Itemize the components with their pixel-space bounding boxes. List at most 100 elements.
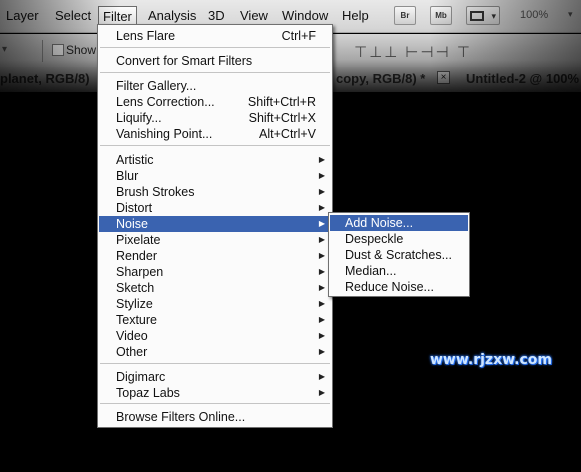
menu-item-label: Vanishing Point... bbox=[116, 127, 213, 141]
noise-submenu: Add Noise... Despeckle Dust & Scratches.… bbox=[328, 212, 470, 297]
tab-document-1[interactable]: planet, RGB/8) bbox=[0, 71, 90, 86]
menu-item-shortcut: Shift+Ctrl+X bbox=[248, 111, 316, 125]
watermark: www.rjzxw.com bbox=[430, 352, 552, 368]
show-transform-checkbox[interactable] bbox=[52, 44, 64, 56]
menu-item-label: Digimarc bbox=[116, 370, 166, 384]
menu-item-video[interactable]: Video ▶ bbox=[99, 328, 331, 344]
menu-item-filter-gallery[interactable]: Filter Gallery... bbox=[99, 78, 331, 94]
menu-separator bbox=[100, 72, 330, 73]
align-distribute-icons[interactable]: ⊤⊥⊥ ⊢⊣⊣ ⊤ bbox=[354, 43, 472, 61]
menu-item-label: Brush Strokes bbox=[116, 185, 195, 199]
menu-item-label: Sharpen bbox=[116, 265, 164, 279]
menu-item-label: Stylize bbox=[116, 297, 153, 311]
menu-item-blur[interactable]: Blur ▶ bbox=[99, 168, 331, 184]
submenu-arrow-icon: ▶ bbox=[318, 219, 325, 228]
submenu-arrow-icon: ▶ bbox=[318, 251, 325, 260]
menu-item-digimarc[interactable]: Digimarc ▶ bbox=[99, 369, 331, 385]
submenu-arrow-icon: ▶ bbox=[318, 203, 325, 212]
tab-document-3[interactable]: Untitled-2 @ 100% bbox=[466, 71, 579, 86]
menu-item-label: Distort bbox=[116, 201, 153, 215]
screen-mode-button[interactable] bbox=[466, 6, 500, 25]
menu-analysis[interactable]: Analysis bbox=[148, 8, 196, 23]
submenu-item-despeckle[interactable]: Despeckle bbox=[330, 231, 468, 247]
menu-separator bbox=[100, 47, 330, 48]
submenu-arrow-icon: ▶ bbox=[318, 155, 325, 164]
menu-item-label: Artistic bbox=[116, 153, 154, 167]
bridge-button[interactable]: Br bbox=[394, 6, 416, 25]
menu-item-label: Lens Flare bbox=[116, 29, 176, 43]
submenu-arrow-icon: ▶ bbox=[318, 388, 325, 397]
menu-item-noise[interactable]: Noise ▶ bbox=[99, 216, 331, 232]
tool-preset-arrow-icon[interactable]: ▾ bbox=[2, 44, 7, 55]
menu-item-sharpen[interactable]: Sharpen ▶ bbox=[99, 264, 331, 280]
menu-item-lens-correction[interactable]: Lens Correction... Shift+Ctrl+R bbox=[99, 94, 331, 110]
menu-item-texture[interactable]: Texture ▶ bbox=[99, 312, 331, 328]
submenu-item-label: Median... bbox=[345, 264, 397, 278]
menu-item-browse-filters-online[interactable]: Browse Filters Online... bbox=[99, 409, 331, 425]
submenu-arrow-icon: ▶ bbox=[318, 235, 325, 244]
submenu-arrow-icon: ▶ bbox=[318, 347, 325, 356]
submenu-arrow-icon: ▶ bbox=[318, 187, 325, 196]
submenu-item-median[interactable]: Median... bbox=[330, 263, 468, 279]
menu-item-artistic[interactable]: Artistic ▶ bbox=[99, 152, 331, 168]
submenu-arrow-icon: ▶ bbox=[318, 372, 325, 381]
options-divider bbox=[42, 40, 43, 62]
submenu-item-dust-scratches[interactable]: Dust & Scratches... bbox=[330, 247, 468, 263]
menu-item-shortcut: Shift+Ctrl+R bbox=[247, 95, 316, 109]
submenu-arrow-icon: ▶ bbox=[318, 299, 325, 308]
submenu-arrow-icon: ▶ bbox=[318, 283, 325, 292]
film-icon bbox=[470, 10, 484, 21]
menu-separator bbox=[100, 363, 330, 364]
menu-item-distort[interactable]: Distort ▶ bbox=[99, 200, 331, 216]
submenu-arrow-icon: ▶ bbox=[318, 171, 325, 180]
menu-item-label: Noise bbox=[116, 217, 148, 231]
menu-select[interactable]: Select bbox=[55, 8, 91, 23]
menu-help[interactable]: Help bbox=[342, 8, 369, 23]
submenu-item-label: Dust & Scratches... bbox=[345, 248, 452, 262]
menu-separator bbox=[100, 145, 330, 146]
submenu-arrow-icon: ▶ bbox=[318, 331, 325, 340]
menu-item-label: Pixelate bbox=[116, 233, 161, 247]
submenu-item-reduce-noise[interactable]: Reduce Noise... bbox=[330, 279, 468, 295]
close-icon[interactable]: × bbox=[437, 71, 450, 84]
submenu-arrow-icon: ▶ bbox=[318, 315, 325, 324]
menu-item-label: Video bbox=[116, 329, 148, 343]
tab-document-2[interactable]: copy, RGB/8) * bbox=[336, 71, 425, 86]
menu-layer[interactable]: Layer bbox=[6, 8, 39, 23]
menu-item-label: Other bbox=[116, 345, 148, 359]
menu-item-topaz-labs[interactable]: Topaz Labs ▶ bbox=[99, 385, 331, 401]
menu-item-brush-strokes[interactable]: Brush Strokes ▶ bbox=[99, 184, 331, 200]
menu-item-label: Blur bbox=[116, 169, 139, 183]
menu-item-liquify[interactable]: Liquify... Shift+Ctrl+X bbox=[99, 110, 331, 126]
filter-menu: Lens Flare Ctrl+F Convert for Smart Filt… bbox=[97, 24, 333, 428]
menu-view[interactable]: View bbox=[240, 8, 268, 23]
menu-item-label: Convert for Smart Filters bbox=[116, 54, 253, 68]
menu-item-other[interactable]: Other ▶ bbox=[99, 344, 331, 360]
menu-item-convert-smart-filters[interactable]: Convert for Smart Filters bbox=[99, 53, 331, 69]
submenu-arrow-icon: ▶ bbox=[318, 267, 325, 276]
menu-item-stylize[interactable]: Stylize ▶ bbox=[99, 296, 331, 312]
menu-item-label: Browse Filters Online... bbox=[116, 410, 246, 424]
zoom-level[interactable]: 100% bbox=[520, 9, 548, 21]
submenu-item-add-noise[interactable]: Add Noise... bbox=[330, 215, 468, 231]
menu-item-label: Lens Correction... bbox=[116, 95, 215, 109]
menu-item-label: Sketch bbox=[116, 281, 155, 295]
menu-item-label: Topaz Labs bbox=[116, 386, 180, 400]
menu-item-render[interactable]: Render ▶ bbox=[99, 248, 331, 264]
chevron-down-icon[interactable]: ▾ bbox=[568, 9, 573, 20]
menu-window[interactable]: Window bbox=[282, 8, 328, 23]
menu-item-lens-flare[interactable]: Lens Flare Ctrl+F bbox=[99, 28, 331, 44]
menu-item-label: Liquify... bbox=[116, 111, 162, 125]
menu-item-shortcut: Alt+Ctrl+V bbox=[259, 127, 316, 141]
menu-separator bbox=[100, 403, 330, 404]
menu-item-vanishing-point[interactable]: Vanishing Point... Alt+Ctrl+V bbox=[99, 126, 331, 142]
submenu-item-label: Despeckle bbox=[345, 232, 404, 246]
menu-item-sketch[interactable]: Sketch ▶ bbox=[99, 280, 331, 296]
submenu-item-label: Reduce Noise... bbox=[345, 280, 434, 294]
menu-3d[interactable]: 3D bbox=[208, 8, 225, 23]
menu-item-label: Render bbox=[116, 249, 157, 263]
mini-bridge-button[interactable]: Mb bbox=[430, 6, 452, 25]
submenu-item-label: Add Noise... bbox=[345, 216, 414, 230]
menu-item-pixelate[interactable]: Pixelate ▶ bbox=[99, 232, 331, 248]
menu-item-label: Filter Gallery... bbox=[116, 79, 197, 93]
